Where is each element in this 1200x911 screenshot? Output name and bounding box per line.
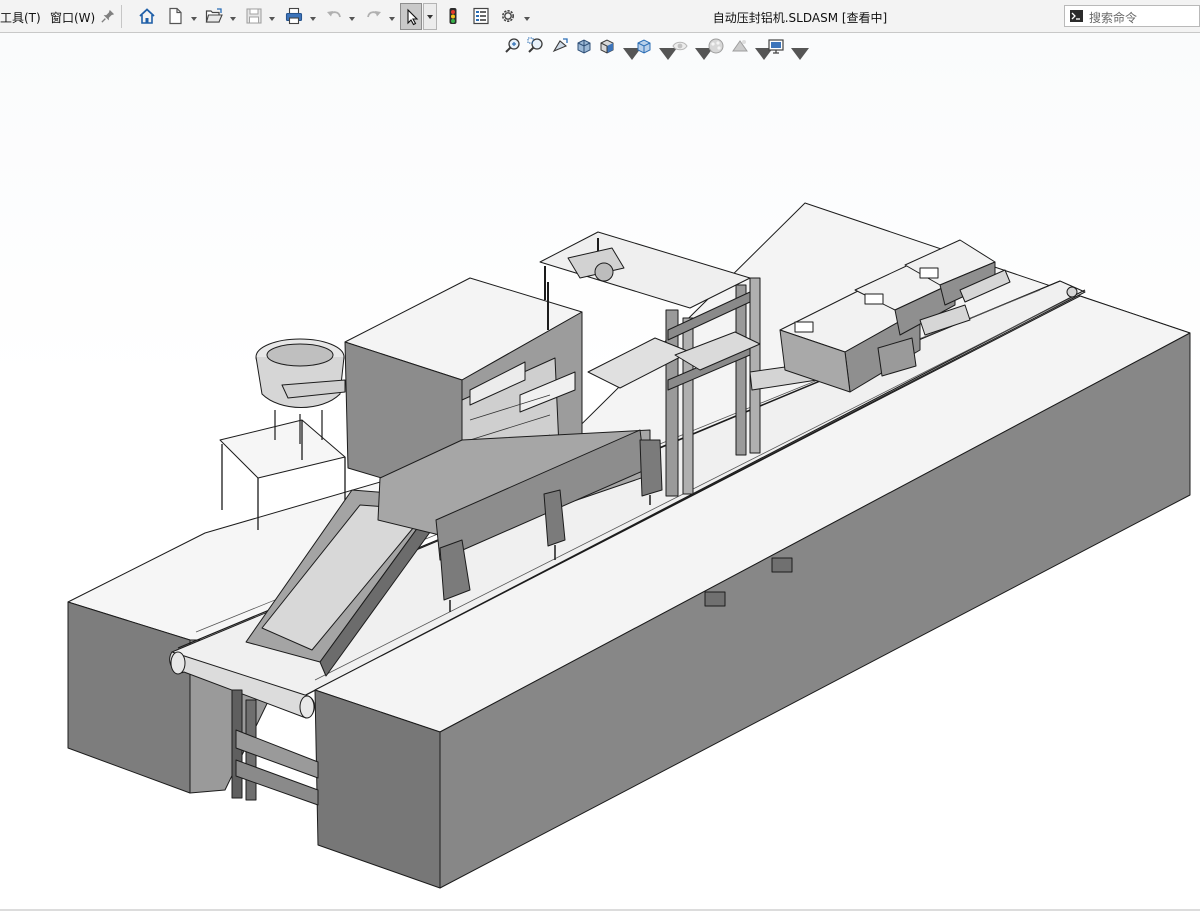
rebuild-traffic-light-icon[interactable] bbox=[443, 6, 463, 26]
undo-icon[interactable] bbox=[324, 6, 344, 26]
top-toolbar: 工具(T) 窗口(W) 自动压封铝机.SLDASM [查看中] 搜索命令 bbox=[0, 0, 1200, 33]
chevron-down-icon[interactable] bbox=[389, 11, 395, 21]
new-document-icon[interactable] bbox=[165, 6, 185, 26]
select-arrow-icon bbox=[407, 8, 419, 26]
search-placeholder: 搜索命令 bbox=[1089, 11, 1138, 25]
select-tool-dropdown[interactable] bbox=[423, 3, 437, 30]
assembly-model[interactable] bbox=[0, 33, 1200, 909]
command-prompt-icon bbox=[1070, 10, 1083, 22]
select-tool-button[interactable] bbox=[400, 3, 422, 30]
options-gear-icon[interactable] bbox=[498, 6, 518, 26]
home-icon[interactable] bbox=[137, 6, 157, 26]
graphics-area[interactable] bbox=[0, 33, 1200, 909]
pin-icon[interactable] bbox=[101, 8, 115, 24]
chevron-down-icon[interactable] bbox=[191, 11, 197, 21]
save-icon[interactable] bbox=[244, 6, 264, 26]
window-title: 自动压封铝机.SLDASM [查看中] bbox=[712, 11, 888, 25]
chevron-down-icon[interactable] bbox=[269, 11, 275, 21]
menu-window[interactable]: 窗口(W) bbox=[50, 9, 95, 26]
redo-icon[interactable] bbox=[364, 6, 384, 26]
chevron-down-icon[interactable] bbox=[230, 11, 236, 21]
file-properties-icon[interactable] bbox=[471, 6, 491, 26]
chevron-down-icon bbox=[427, 15, 433, 19]
open-folder-icon[interactable] bbox=[204, 6, 224, 26]
toolbar-separator bbox=[121, 5, 122, 28]
chevron-down-icon[interactable] bbox=[310, 11, 316, 21]
chevron-down-icon[interactable] bbox=[524, 11, 530, 21]
search-commands-field[interactable]: 搜索命令 bbox=[1064, 5, 1200, 27]
menu-tools[interactable]: 工具(T) bbox=[0, 9, 41, 26]
chevron-down-icon[interactable] bbox=[349, 11, 355, 21]
print-icon[interactable] bbox=[284, 6, 304, 26]
